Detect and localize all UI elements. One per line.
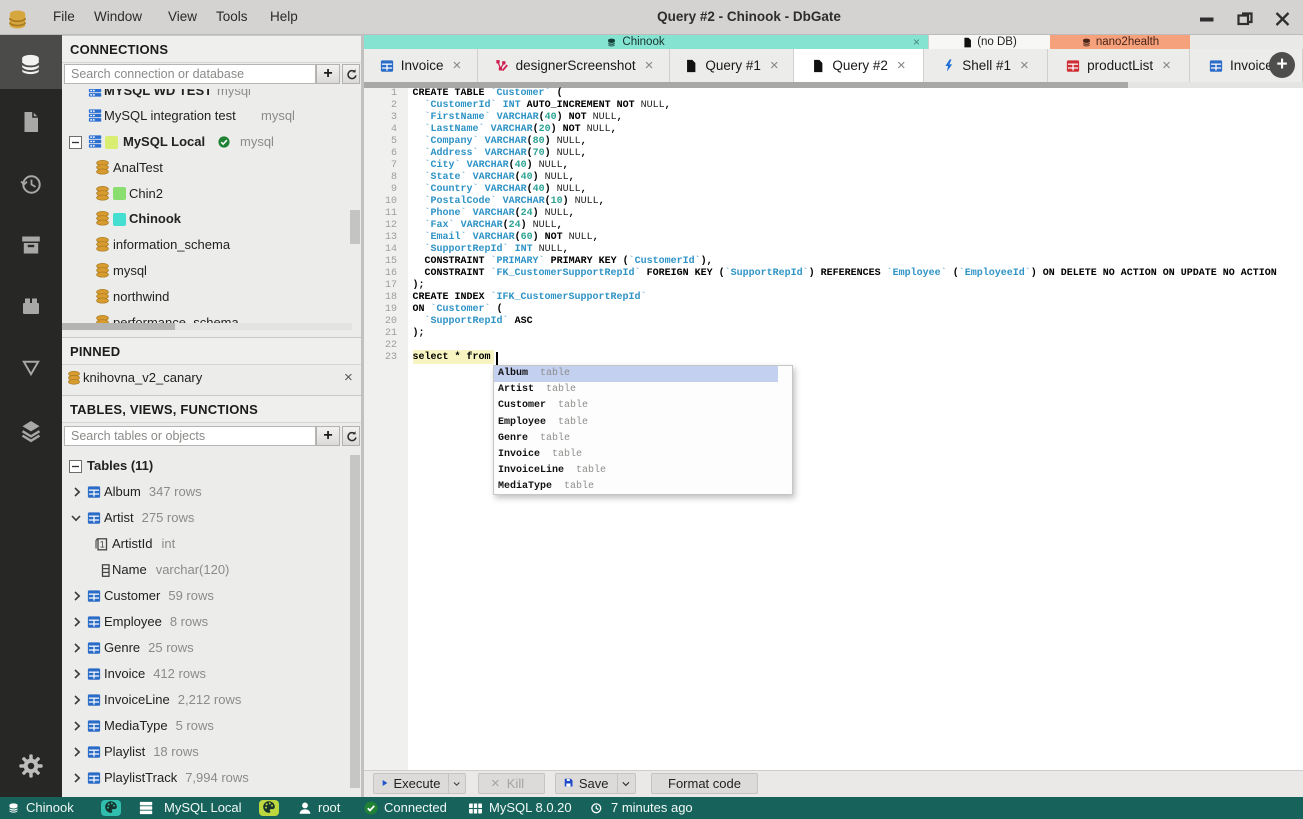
svg-text:1: 1 xyxy=(100,539,105,549)
